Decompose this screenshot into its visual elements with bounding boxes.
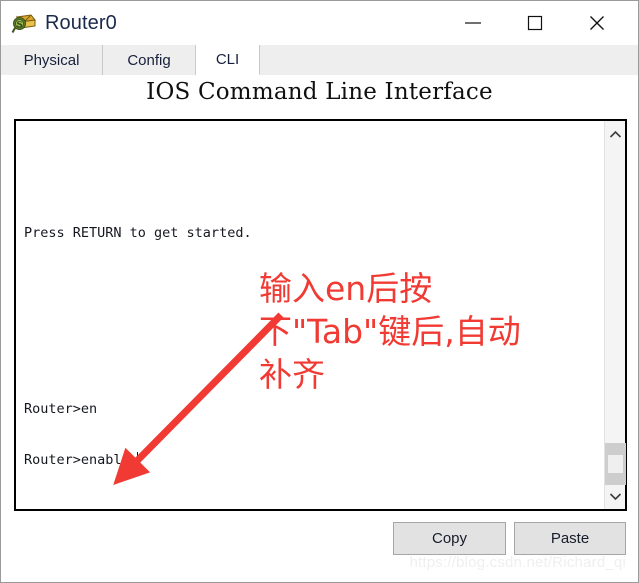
terminal-prompt-block: Router>en Router>enable [24,367,138,503]
paste-button-label: Paste [550,530,590,547]
terminal-line-router-enable: Router>enable [24,452,138,469]
terminal-scrollbar[interactable] [604,121,626,509]
window-title: Router0 [45,11,117,34]
router-packet-tracer-icon: S [11,10,37,36]
terminal-prompt-text: Router>enable [24,452,130,468]
tab-config-label: Config [127,51,171,69]
copy-button[interactable]: Copy [393,522,506,555]
chevron-down-icon[interactable] [605,485,626,507]
chevron-up-icon[interactable] [605,123,626,145]
terminal-panel: Press RETURN to get started. Router>en R… [14,119,627,511]
scrollbar-thumb[interactable] [608,455,623,473]
terminal-line-press-return: Press RETURN to get started. [24,225,252,241]
tab-cli[interactable]: CLI [196,45,260,75]
cli-header-title: IOS Command Line Interface [146,79,493,105]
terminal-cursor [136,452,138,467]
close-button[interactable] [574,1,620,45]
svg-text:S: S [17,19,23,29]
watermark-text: https://blog.csdn.net/Richard_qi [409,554,626,571]
minimize-button[interactable] [450,1,496,45]
title-bar-left: S Router0 [11,1,117,45]
copy-button-label: Copy [431,530,468,547]
paste-button[interactable]: Paste [514,522,626,555]
terminal-output[interactable]: Press RETURN to get started. Router>en R… [16,121,604,509]
tab-physical[interactable]: Physical [1,45,103,75]
tab-config[interactable]: Config [103,45,196,75]
tab-physical-label: Physical [23,51,80,69]
router-cli-window: S Router0 Physical Config CLI IOS Comman… [0,0,639,583]
terminal-line-router-en: Router>en [24,401,98,417]
title-bar: S Router0 [1,1,638,45]
tab-strip: Physical Config CLI [1,45,638,75]
tab-cli-label: CLI [215,51,240,68]
maximize-button[interactable] [512,1,558,45]
